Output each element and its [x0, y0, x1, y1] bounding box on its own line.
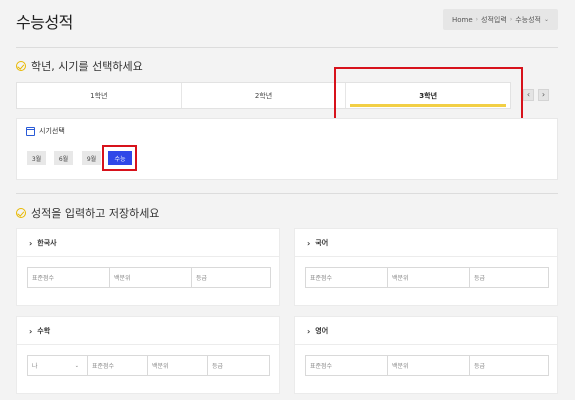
score-input-row: 표준점수 백분위 등급 — [305, 267, 549, 288]
chevron-right-icon: › — [307, 238, 311, 248]
period-button-march[interactable]: 3월 — [27, 151, 46, 165]
score-input-row: 나 ⌄ 표준점수 백분위 등급 — [27, 355, 270, 376]
section-title-input: 성적을 입력하고 저장하세요 — [16, 205, 159, 221]
subject-name: 영어 — [315, 327, 329, 335]
section-title-text: 학년, 시기를 선택하세요 — [31, 60, 143, 73]
subject-header[interactable]: › 수학 — [29, 326, 50, 336]
chevron-down-icon: ⌄ — [74, 362, 79, 369]
next-tab-button[interactable]: › — [538, 89, 549, 101]
breadcrumb-separator: › — [475, 16, 479, 23]
period-header: 시기선택 — [26, 126, 65, 136]
tab-grade-2[interactable]: 2학년 — [182, 83, 347, 108]
standard-score-input[interactable]: 표준점수 — [306, 268, 388, 287]
period-select-card: 시기선택 — [16, 118, 558, 180]
divider — [16, 47, 558, 48]
percentile-input[interactable]: 백분위 — [110, 268, 192, 287]
standard-score-input[interactable]: 표준점수 — [306, 356, 388, 375]
highlight-box — [102, 145, 137, 171]
standard-score-input[interactable]: 표준점수 — [88, 356, 148, 375]
breadcrumb-separator: › — [509, 16, 513, 23]
section-title-select: 학년, 시기를 선택하세요 — [16, 58, 143, 74]
breadcrumb-home[interactable]: Home — [452, 16, 473, 24]
subject-header[interactable]: › 국어 — [307, 238, 328, 248]
chevron-right-icon: › — [29, 238, 33, 248]
page-header: 수능성적 Home › 성적입력 › 수능성적 ⌄ — [0, 0, 575, 40]
subject-card-english: › 영어 표준점수 백분위 등급 — [294, 316, 558, 394]
divider — [17, 344, 279, 345]
divider — [17, 256, 279, 257]
calendar-icon — [26, 126, 35, 136]
score-input-row: 표준점수 백분위 등급 — [27, 267, 271, 288]
period-title: 시기선택 — [39, 127, 65, 135]
tab-grade-1[interactable]: 1학년 — [17, 83, 182, 108]
chevron-right-icon: › — [541, 90, 546, 99]
highlight-box — [334, 67, 523, 124]
divider — [16, 193, 558, 194]
percentile-input[interactable]: 백분위 — [148, 356, 208, 375]
prev-tab-button[interactable]: ‹ — [523, 89, 534, 101]
check-circle-icon — [16, 208, 26, 218]
grade-input[interactable]: 등급 — [192, 268, 270, 287]
subject-card-math: › 수학 나 ⌄ 표준점수 백분위 등급 — [16, 316, 280, 394]
divider — [295, 344, 557, 345]
grade-input[interactable]: 등급 — [470, 356, 548, 375]
period-button-september[interactable]: 9월 — [82, 151, 101, 165]
math-type-select[interactable]: 나 ⌄ — [28, 356, 88, 375]
period-button-june[interactable]: 6월 — [54, 151, 73, 165]
check-circle-icon — [16, 61, 26, 71]
page-title: 수능성적 — [16, 13, 73, 32]
chevron-right-icon: › — [307, 326, 311, 336]
subject-name: 수학 — [37, 327, 51, 335]
chevron-left-icon: ‹ — [526, 90, 531, 99]
select-value: 나 — [32, 363, 38, 370]
chevron-right-icon: › — [29, 326, 33, 336]
subject-card-korean: › 국어 표준점수 백분위 등급 — [294, 228, 558, 306]
subject-header[interactable]: › 한국사 — [29, 238, 57, 248]
breadcrumb-score-input[interactable]: 성적입력 — [481, 15, 507, 25]
grade-input[interactable]: 등급 — [208, 356, 269, 375]
percentile-input[interactable]: 백분위 — [388, 356, 470, 375]
breadcrumb-current[interactable]: 수능성적 — [515, 15, 541, 25]
subject-header[interactable]: › 영어 — [307, 326, 328, 336]
score-input-row: 표준점수 백분위 등급 — [305, 355, 549, 376]
percentile-input[interactable]: 백분위 — [388, 268, 470, 287]
chevron-down-icon[interactable]: ⌄ — [544, 16, 549, 23]
breadcrumb: Home › 성적입력 › 수능성적 ⌄ — [443, 9, 558, 30]
standard-score-input[interactable]: 표준점수 — [28, 268, 110, 287]
grade-input[interactable]: 등급 — [470, 268, 548, 287]
section-title-text: 성적을 입력하고 저장하세요 — [31, 207, 160, 220]
subject-card-korean-history: › 한국사 표준점수 백분위 등급 — [16, 228, 280, 306]
subject-name: 국어 — [315, 239, 329, 247]
subject-name: 한국사 — [37, 239, 57, 247]
divider — [295, 256, 557, 257]
